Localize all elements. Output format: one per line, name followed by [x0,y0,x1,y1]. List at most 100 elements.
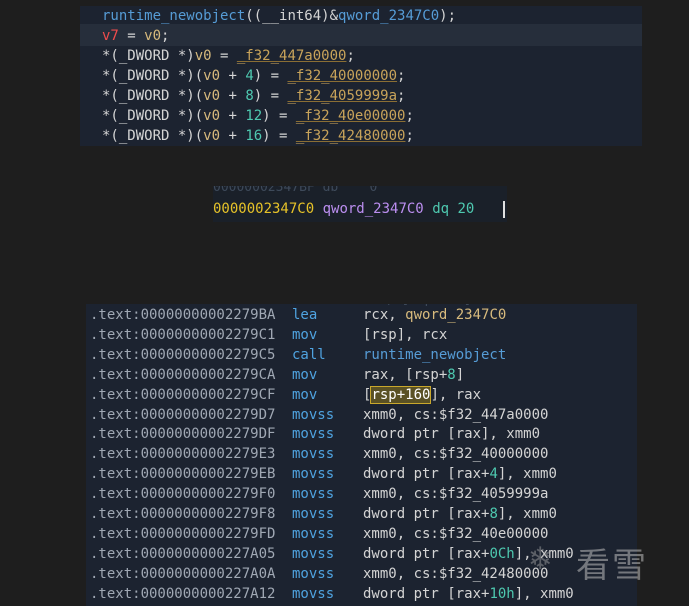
instruction-mnemonic: movss [292,466,335,483]
data-value: 20 [457,201,475,217]
instruction-address[interactable]: .text:00000000002279F0 [90,485,275,505]
code-token: ; [397,88,406,104]
instruction-operands: xmm0, cs:$f32_447a0000 [363,406,548,426]
operand-token: dword ptr [rax+ [363,506,490,522]
disassembly-row[interactable]: .text:00000000002279CF mov [rsp+160], rax [86,385,637,406]
disassembly-row[interactable]: .text:00000000002279BA lea rcx, qword_2347… [86,306,637,326]
pseudocode-line[interactable]: *(_DWORD *)(v0 + 12) = _f32_40e00000; [102,106,414,126]
operand-token: ] [455,366,465,383]
code-token[interactable]: _f32_40e00000 [296,108,406,124]
disassembly-row[interactable]: .text:00000000002279D7 movss xmm0, cs:$f32… [86,406,637,426]
disassembly-row[interactable]: .text:00000000002279CA mov rax, [rsp+8] [86,366,637,386]
code-token[interactable]: qword_2347C0 [338,8,439,24]
instruction-address[interactable]: .text:00000000002279CF [90,386,275,406]
operand-token: dword ptr [rax+ [363,545,490,562]
instruction-mnemonic: movss [292,486,335,503]
instruction-address[interactable]: .text:00000000002279C1 [90,326,275,346]
instruction-address[interactable]: .text:0000000000227A05 [90,545,275,565]
code-token[interactable]: runtime_newobject [102,8,245,24]
code-token[interactable]: v0 [144,28,161,44]
instruction-address[interactable]: .text:00000000002279EB [90,465,275,485]
instruction-operands: dword ptr [rax], xmm0 [363,425,540,445]
code-token[interactable]: v7 [102,28,119,44]
code-token[interactable]: v0 [195,48,212,64]
operand-token: dword ptr [rax+ [363,466,490,483]
instruction-address[interactable]: .text:00000000002279DF [90,425,275,445]
code-token: *(_DWORD *) [102,48,195,64]
instruction-mnemonic: movss [292,545,335,562]
operand-token: 4 [489,466,498,483]
code-token: ) = [262,128,296,144]
pseudocode-line[interactable]: v7 = v0; [102,26,169,46]
code-token: ; [161,28,170,44]
instruction-mnemonic: mov [292,326,318,343]
instruction-operands: runtime_newobject [363,346,506,366]
code-token: ; [405,128,414,144]
instruction-operands: xmm0, cs:$f32_40000000 [363,445,548,465]
instruction-address[interactable]: .text:00000000002279E3 [90,445,275,465]
operand-token: xmm0, cs:$f32_40e00000 [363,525,549,542]
code-token[interactable]: _f32_40000000 [287,68,397,84]
code-token[interactable]: _f32_4059999a [287,88,397,104]
code-token: 12 [245,108,263,124]
instruction-mnemonic: call [292,346,326,363]
code-token: 8 [245,88,254,104]
disassembly-row[interactable]: .text:00000000002279EB movss dword ptr [ra… [86,465,637,485]
instruction-address[interactable]: .text:0000000000227A12 [90,585,275,605]
pseudocode-line[interactable]: *(_DWORD *)(v0 + 16) = _f32_42480000; [102,126,414,146]
code-token: = [118,28,145,44]
instruction-operands: [rsp], rcx [363,326,447,346]
instruction-mnemonic: mov [292,366,318,383]
operand-token[interactable]: qword_2347C0 [405,307,506,323]
highlighted-operand[interactable]: rsp+160 [370,385,432,404]
operand-token: dword ptr [rax], xmm0 [363,426,541,443]
disassembly-row[interactable]: .text:00000000002279DF movss dword ptr [ra… [86,425,637,445]
disassembly-row[interactable]: .text:00000000002279C1 mov [rsp], rcx [86,326,637,346]
operand-token: xmm0, cs:$f32_447a0000 [363,406,549,423]
instruction-operands: xmm0, cs:$f32_42480000 [363,565,548,585]
code-token: 16 [245,128,263,144]
instruction-mnemonic: movss [292,506,335,522]
code-token[interactable]: _f32_42480000 [296,128,406,144]
instruction-mnemonic: movss [292,525,335,542]
pseudocode-line[interactable]: *(_DWORD *)(v0 + 8) = _f32_4059999a; [102,86,405,106]
data-view-panel[interactable]: 00000002347BF db 0 0000002347C0 qword_23… [213,186,507,222]
instruction-operands: rcx, qword_2347C0 [363,306,506,326]
code-token: ; [397,68,406,84]
pseudocode-panel[interactable]: runtime_newobject((__int64)&qword_2347C0… [80,6,642,146]
pseudocode-line[interactable]: *(_DWORD *)v0 = _f32_447a0000; [102,46,355,66]
code-token[interactable]: v0 [203,88,220,104]
disassembly-row[interactable]: .text:00000000002279F8 movss dword ptr [ra… [86,505,637,525]
pseudocode-line[interactable]: runtime_newobject((__int64)&qword_2347C0… [102,6,456,26]
data-label[interactable]: qword_2347C0 [323,201,424,217]
disassembly-row[interactable]: .text:00000000002279E3 movss xmm0, cs:$f32… [86,445,637,465]
code-token[interactable]: v0 [203,68,220,84]
instruction-operands: dword ptr [rax+4], xmm0 [363,465,557,485]
instruction-address[interactable]: .text:00000000002279CA [90,366,275,386]
instruction-address[interactable]: .text:00000000002279BA [90,306,275,326]
instruction-address[interactable]: .text:00000000002279C5 [90,346,275,366]
instruction-operands: dword ptr [rax+8], xmm0 [363,505,557,525]
operand-token: 8 [489,506,498,522]
instruction-address[interactable]: .text:0000000000227A0A [90,565,275,585]
instruction-mnemonic: lea [292,307,318,323]
operand-token: 10h [489,585,515,602]
disassembly-row[interactable]: .text:00000000002279C5 call runtime_newobj… [86,346,637,366]
pseudocode-line[interactable]: *(_DWORD *)(v0 + 4) = _f32_40000000; [102,66,405,86]
instruction-operands: dword ptr [rax+10h], xmm0 [363,585,574,605]
data-definition-line[interactable]: 0000002347C0 qword_2347C0 dq 20 [213,200,474,218]
code-token: + [220,108,246,124]
code-token[interactable]: v0 [203,128,220,144]
data-address[interactable]: 0000002347C0 [213,201,314,217]
code-token[interactable]: v0 [203,108,220,124]
code-token: *(_DWORD *)( [102,88,204,104]
disassembly-row[interactable]: .text:0000000000227A12 movss dword ptr [ra… [86,585,637,605]
instruction-address[interactable]: .text:00000000002279FD [90,525,275,545]
instruction-address[interactable]: .text:00000000002279F8 [90,505,275,525]
code-token[interactable]: _f32_447a0000 [237,48,347,64]
disassembly-row[interactable]: .text:00000000002279F0 movss xmm0, cs:$f32… [86,485,637,505]
instruction-address[interactable]: .text:00000000002279D7 [90,406,275,426]
operand-token[interactable]: runtime_newobject [363,347,506,363]
instruction-mnemonic: movss [292,565,335,582]
operand-token: [rsp], rcx [363,326,448,343]
